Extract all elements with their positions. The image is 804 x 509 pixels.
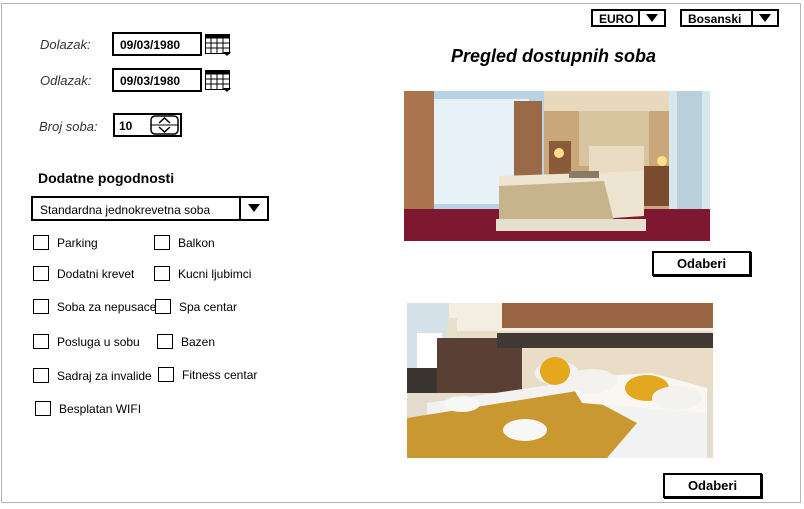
arrival-label: Dolazak: [40, 37, 91, 52]
calendar-icon[interactable] [205, 70, 231, 92]
checkbox-balkon[interactable]: Balkon [154, 235, 215, 250]
currency-value: EURO [599, 12, 634, 26]
checkbox-box[interactable] [33, 368, 49, 383]
checkbox-label: Spa centar [179, 299, 238, 314]
checkbox-spa-centar[interactable]: Spa centar [155, 299, 237, 314]
checkbox-box[interactable] [33, 299, 49, 314]
checkbox-fitness-centar[interactable]: Fitness centar [158, 367, 257, 382]
checkbox-box[interactable] [35, 401, 51, 416]
checkbox-label: Bazen [181, 334, 216, 349]
checkbox-label: Besplatan WIFI [59, 401, 142, 416]
checkbox-box[interactable] [154, 266, 170, 281]
checkbox-parking[interactable]: Parking [33, 235, 98, 250]
checkbox-bazen[interactable]: Bazen [157, 334, 215, 349]
checkbox-box[interactable] [157, 334, 173, 349]
checkbox-box[interactable] [33, 334, 49, 349]
select-room-2-button[interactable]: Odaberi [663, 473, 762, 498]
chevron-down-icon[interactable] [751, 11, 777, 25]
calendar-icon[interactable] [205, 34, 231, 56]
room-count-value: 10 [119, 119, 133, 133]
checkbox-box[interactable] [33, 235, 49, 250]
departure-date-field[interactable]: 09/03/1980 [112, 68, 202, 92]
room-count-stepper[interactable]: 10 [113, 113, 182, 137]
room-type-select[interactable]: Standardna jednokrevetna soba [31, 196, 269, 221]
checkbox-label: Parking [57, 235, 98, 250]
checkbox-label: Kucni ljubimci [178, 266, 252, 281]
checkbox-box[interactable] [33, 266, 49, 281]
select-room-1-button[interactable]: Odaberi [652, 251, 751, 276]
departure-label: Odlazak: [40, 73, 92, 88]
language-select[interactable]: Bosanski [680, 9, 779, 27]
checkbox-label: Posluga u sobu [57, 334, 140, 349]
up-down-arrows-icon[interactable] [150, 115, 180, 135]
checkbox-label: Sadraj za invalide [57, 368, 152, 383]
checkbox-label: Balkon [178, 235, 215, 250]
checkbox-sadraj-za-invalide[interactable]: Sadraj za invalide [33, 368, 152, 383]
arrival-date-field[interactable]: 09/03/1980 [112, 32, 202, 56]
room-count-label: Broj soba: [39, 119, 98, 134]
checkbox-box[interactable] [155, 299, 171, 314]
checkbox-label: Fitness centar [182, 367, 258, 382]
room-photo-1 [404, 91, 710, 241]
room-photo-2 [407, 303, 713, 458]
room-type-value: Standardna jednokrevetna soba [40, 203, 211, 217]
rooms-overview-title: Pregled dostupnih soba [451, 46, 657, 66]
checkbox-besplatan-wifi[interactable]: Besplatan WIFI [35, 401, 141, 416]
chevron-down-icon[interactable] [239, 198, 267, 219]
currency-select[interactable]: EURO [591, 9, 666, 27]
checkbox-soba-za-nepusace[interactable]: Soba za nepusace [33, 299, 156, 314]
checkbox-kucni-ljubimci[interactable]: Kucni ljubimci [154, 266, 251, 281]
checkbox-posluga-u-sobu[interactable]: Posluga u sobu [33, 334, 140, 349]
amenities-title: Dodatne pogodnosti [38, 170, 175, 186]
checkbox-box[interactable] [154, 235, 170, 250]
checkbox-box[interactable] [158, 367, 174, 382]
checkbox-label: Soba za nepusace [57, 299, 157, 314]
chevron-down-icon[interactable] [638, 11, 664, 25]
language-value: Bosanski [688, 12, 742, 26]
checkbox-label: Dodatni krevet [57, 266, 135, 281]
checkbox-dodatni-krevet[interactable]: Dodatni krevet [33, 266, 134, 281]
